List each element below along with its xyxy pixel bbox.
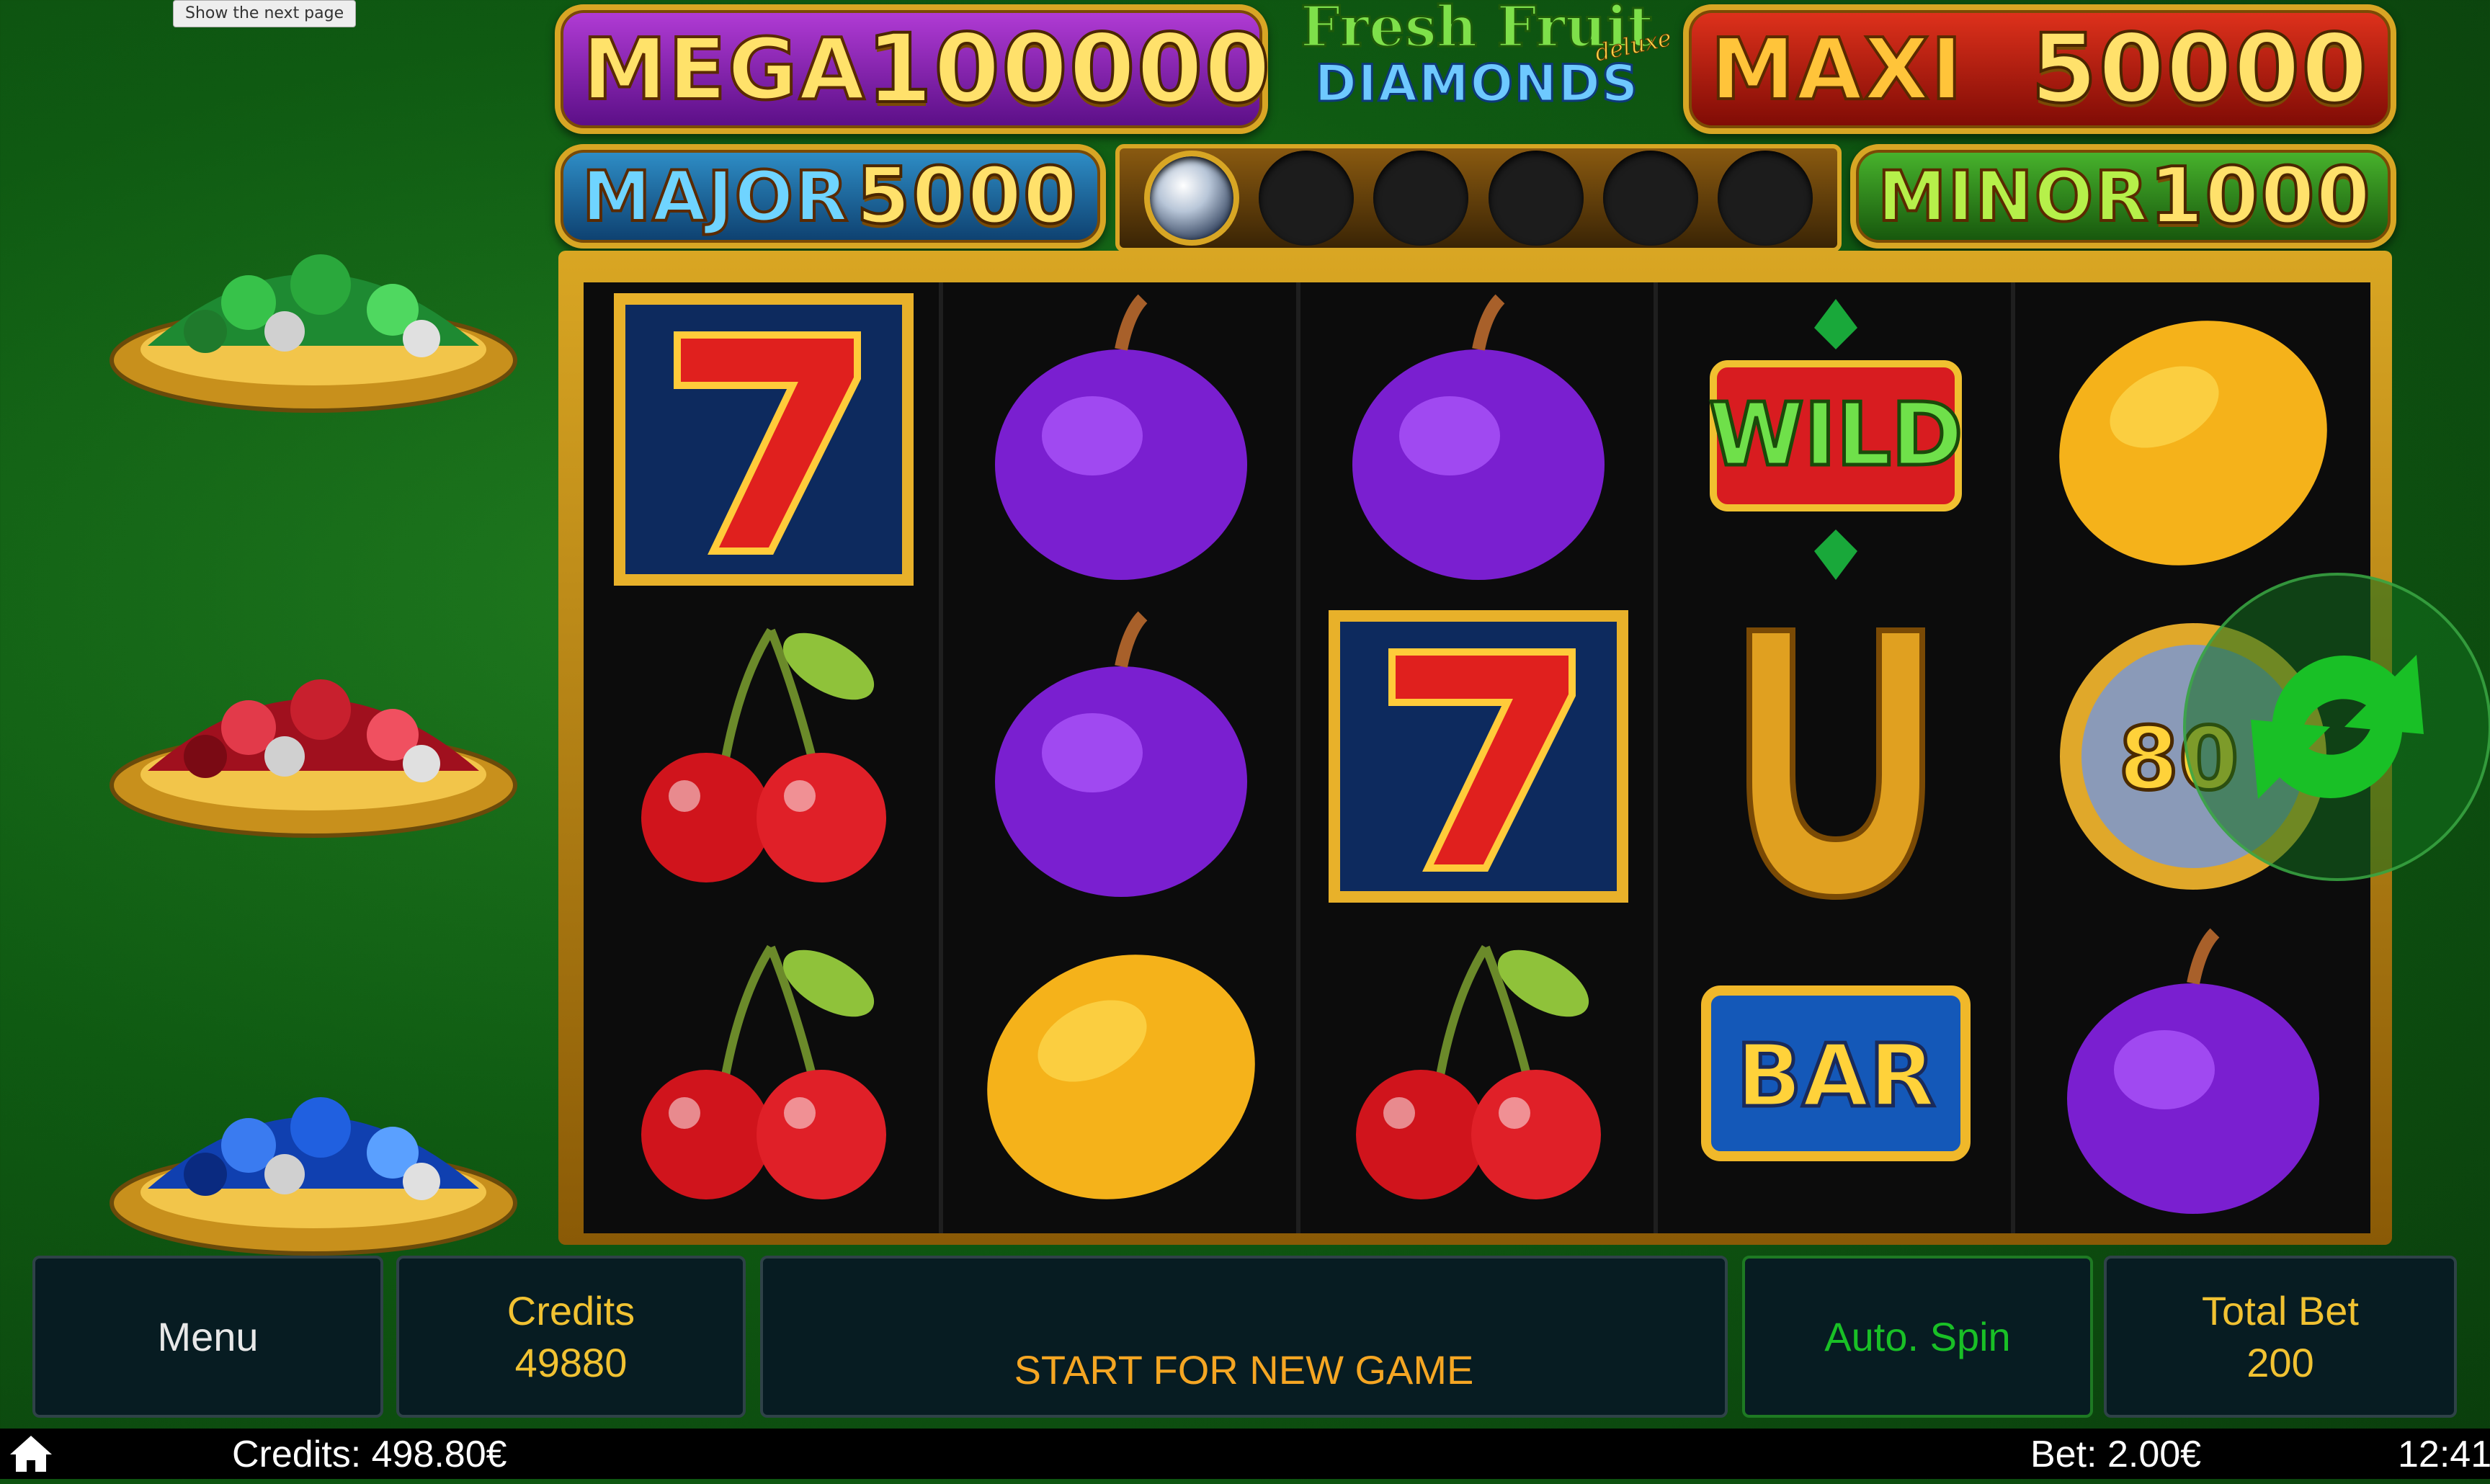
- refresh-icon: [2251, 655, 2424, 799]
- reel-symbol-plum: [1313, 285, 1644, 594]
- reel-separator: [939, 282, 943, 1233]
- reel-separator: [1296, 282, 1300, 1233]
- maxi-jackpot: MAXI 50000: [1683, 4, 2396, 134]
- minor-jackpot-label: MINOR: [1876, 155, 2150, 238]
- progress-dot-empty: [1373, 151, 1469, 246]
- reel-separator: [2011, 282, 2015, 1233]
- reel-symbol-lemon: [955, 918, 1287, 1228]
- credits-value: 49880: [514, 1339, 628, 1385]
- status-time: 12:41: [2398, 1434, 2490, 1475]
- autospin-label: Auto. Spin: [1824, 1313, 2011, 1359]
- major-jackpot-label: MAJOR: [581, 155, 850, 238]
- mega-jackpot-value: 100000: [865, 12, 1272, 126]
- status-bar: Credits: 498.80€ Bet: 2.00€ 12:41: [0, 1429, 2490, 1479]
- svg-text:WILD: WILD: [1708, 385, 1963, 486]
- spin-button[interactable]: [2183, 573, 2490, 881]
- progress-dot-empty: [1258, 151, 1354, 246]
- total-bet-label: Total Bet: [2202, 1287, 2359, 1333]
- reel-symbol-cherries: [598, 602, 929, 911]
- reel-symbol-cherries: [598, 918, 929, 1228]
- start-button[interactable]: START FOR NEW GAME: [760, 1256, 1728, 1418]
- start-label: START FOR NEW GAME: [1014, 1347, 1474, 1393]
- reel-symbol-wild: WILD: [1670, 285, 2002, 594]
- green-gem-bowl: [104, 216, 522, 425]
- reel-symbol-plum: [955, 602, 1287, 911]
- maxi-jackpot-label: MAXI: [1709, 18, 1964, 120]
- reel-symbol-cherries: [1313, 918, 1644, 1228]
- credits-display: Credits 49880: [396, 1256, 746, 1418]
- bonus-progress: [1115, 144, 1842, 252]
- status-credits: Credits: 498.80€: [232, 1434, 507, 1475]
- status-bet: Bet: 2.00€: [2030, 1434, 2202, 1475]
- progress-dot-empty: [1602, 151, 1698, 246]
- autospin-button[interactable]: Auto. Spin: [1742, 1256, 2093, 1418]
- tooltip: Show the next page: [173, 0, 357, 27]
- menu-label: Menu: [157, 1313, 259, 1359]
- reel-symbol-plum: [955, 285, 1287, 594]
- credits-label: Credits: [507, 1287, 635, 1333]
- progress-dot-empty: [1718, 151, 1813, 246]
- logo-subtitle: DIAMONDS: [1313, 54, 1640, 114]
- menu-button[interactable]: Menu: [32, 1256, 383, 1418]
- reel-symbol-horseshoe: [1670, 602, 2002, 911]
- reel-symbol-plum: [2027, 918, 2359, 1228]
- total-bet-button[interactable]: Total Bet 200: [2104, 1256, 2457, 1418]
- major-jackpot-value: 5000: [854, 150, 1079, 243]
- total-bet-value: 200: [2246, 1339, 2314, 1385]
- progress-dot-empty: [1488, 151, 1584, 246]
- reel-symbol-lemon: [2027, 285, 2359, 594]
- minor-jackpot-value: 1000: [2148, 150, 2372, 243]
- svg-text:BAR: BAR: [1736, 1027, 1936, 1127]
- reel-symbol-seven: [598, 285, 929, 594]
- progress-dot-filled: [1143, 151, 1239, 246]
- reel-symbol-seven: [1313, 602, 1644, 911]
- home-button[interactable]: [7, 1433, 55, 1475]
- minor-jackpot: MINOR 1000: [1850, 144, 2396, 249]
- home-icon: [10, 1436, 52, 1472]
- reel-symbol-bar: BAR: [1670, 918, 2002, 1228]
- game-logo: Fresh Fruit DIAMONDS deluxe: [1275, 0, 1679, 122]
- mega-jackpot: MEGA 100000: [555, 4, 1272, 134]
- red-gem-bowl: [104, 641, 522, 850]
- mega-jackpot-label: MEGA: [581, 18, 867, 120]
- major-jackpot: MAJOR 5000: [555, 144, 1106, 249]
- reel-separator: [1654, 282, 1658, 1233]
- blue-gem-bowl: [104, 1059, 522, 1268]
- maxi-jackpot-value: 50000: [2030, 12, 2369, 126]
